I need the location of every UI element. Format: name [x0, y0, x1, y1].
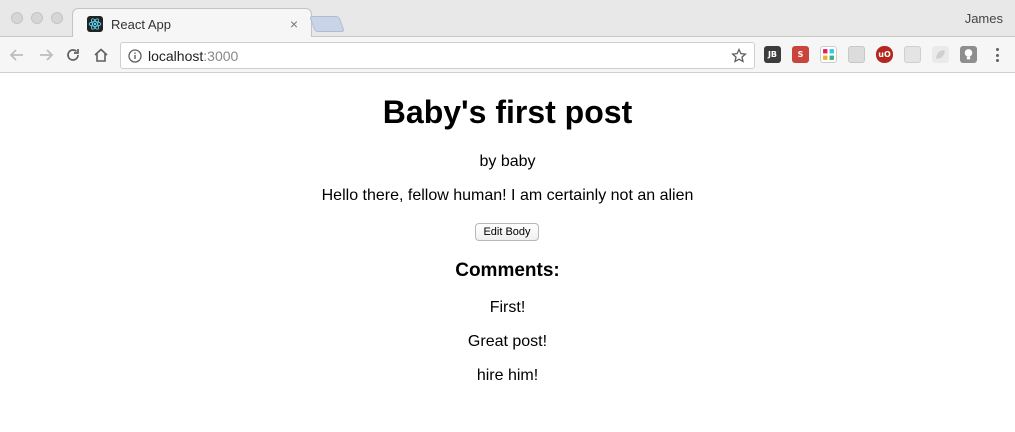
menu-icon[interactable] [990, 46, 1004, 64]
address-bar[interactable]: localhost:3000 [120, 42, 755, 69]
comment-item: First! [489, 299, 526, 316]
bulb-extension-icon[interactable] [960, 46, 977, 63]
reload-icon[interactable] [63, 45, 83, 65]
forward-arrow-icon[interactable] [36, 45, 56, 65]
zoom-window-button[interactable] [51, 12, 63, 24]
url-text[interactable]: localhost:3000 [148, 48, 238, 64]
close-tab-icon[interactable]: × [287, 16, 301, 32]
ublock-extension-label: uO [878, 50, 891, 59]
post-author: by baby [479, 153, 536, 170]
new-tab-button[interactable] [309, 16, 345, 32]
comments-heading: Comments: [455, 260, 560, 281]
minimize-window-button[interactable] [31, 12, 43, 24]
leaf-extension-icon[interactable] [932, 46, 949, 63]
comment-item: hire him! [476, 367, 539, 384]
back-arrow-icon[interactable] [7, 45, 27, 65]
url-port: :3000 [203, 48, 239, 64]
s-extension-icon[interactable]: S [792, 46, 809, 63]
jetbrains-extension-icon[interactable]: JB [764, 46, 781, 63]
info-icon[interactable] [128, 49, 142, 63]
react-logo-icon [87, 16, 103, 32]
tab-title: React App [111, 16, 171, 32]
url-host: localhost [148, 48, 204, 64]
post-body: Hello there, fellow human! I am certainl… [321, 187, 694, 204]
s-extension-label: S [797, 50, 804, 59]
jetbrains-extension-label: JB [767, 50, 778, 59]
page-content: Baby's first post by baby Hello there, f… [0, 74, 1015, 432]
profile-name[interactable]: James [965, 11, 1003, 26]
post-title: Baby's first post [382, 94, 633, 130]
browser-tab-active[interactable]: React App × [72, 8, 312, 38]
browser-toolbar: localhost:3000 JB S uO [0, 37, 1015, 73]
edit-body-button[interactable]: Edit Body [475, 223, 539, 241]
grid-extension-icon[interactable] [904, 46, 921, 63]
star-icon[interactable] [731, 47, 747, 64]
home-icon[interactable] [91, 45, 111, 65]
browser-titlebar: React App × James [0, 0, 1015, 38]
slack-extension-icon[interactable] [820, 46, 837, 63]
comment-item: Great post! [467, 333, 548, 350]
grey-extension-icon[interactable] [848, 46, 865, 63]
close-window-button[interactable] [11, 12, 23, 24]
ublock-extension-icon[interactable]: uO [876, 46, 893, 63]
